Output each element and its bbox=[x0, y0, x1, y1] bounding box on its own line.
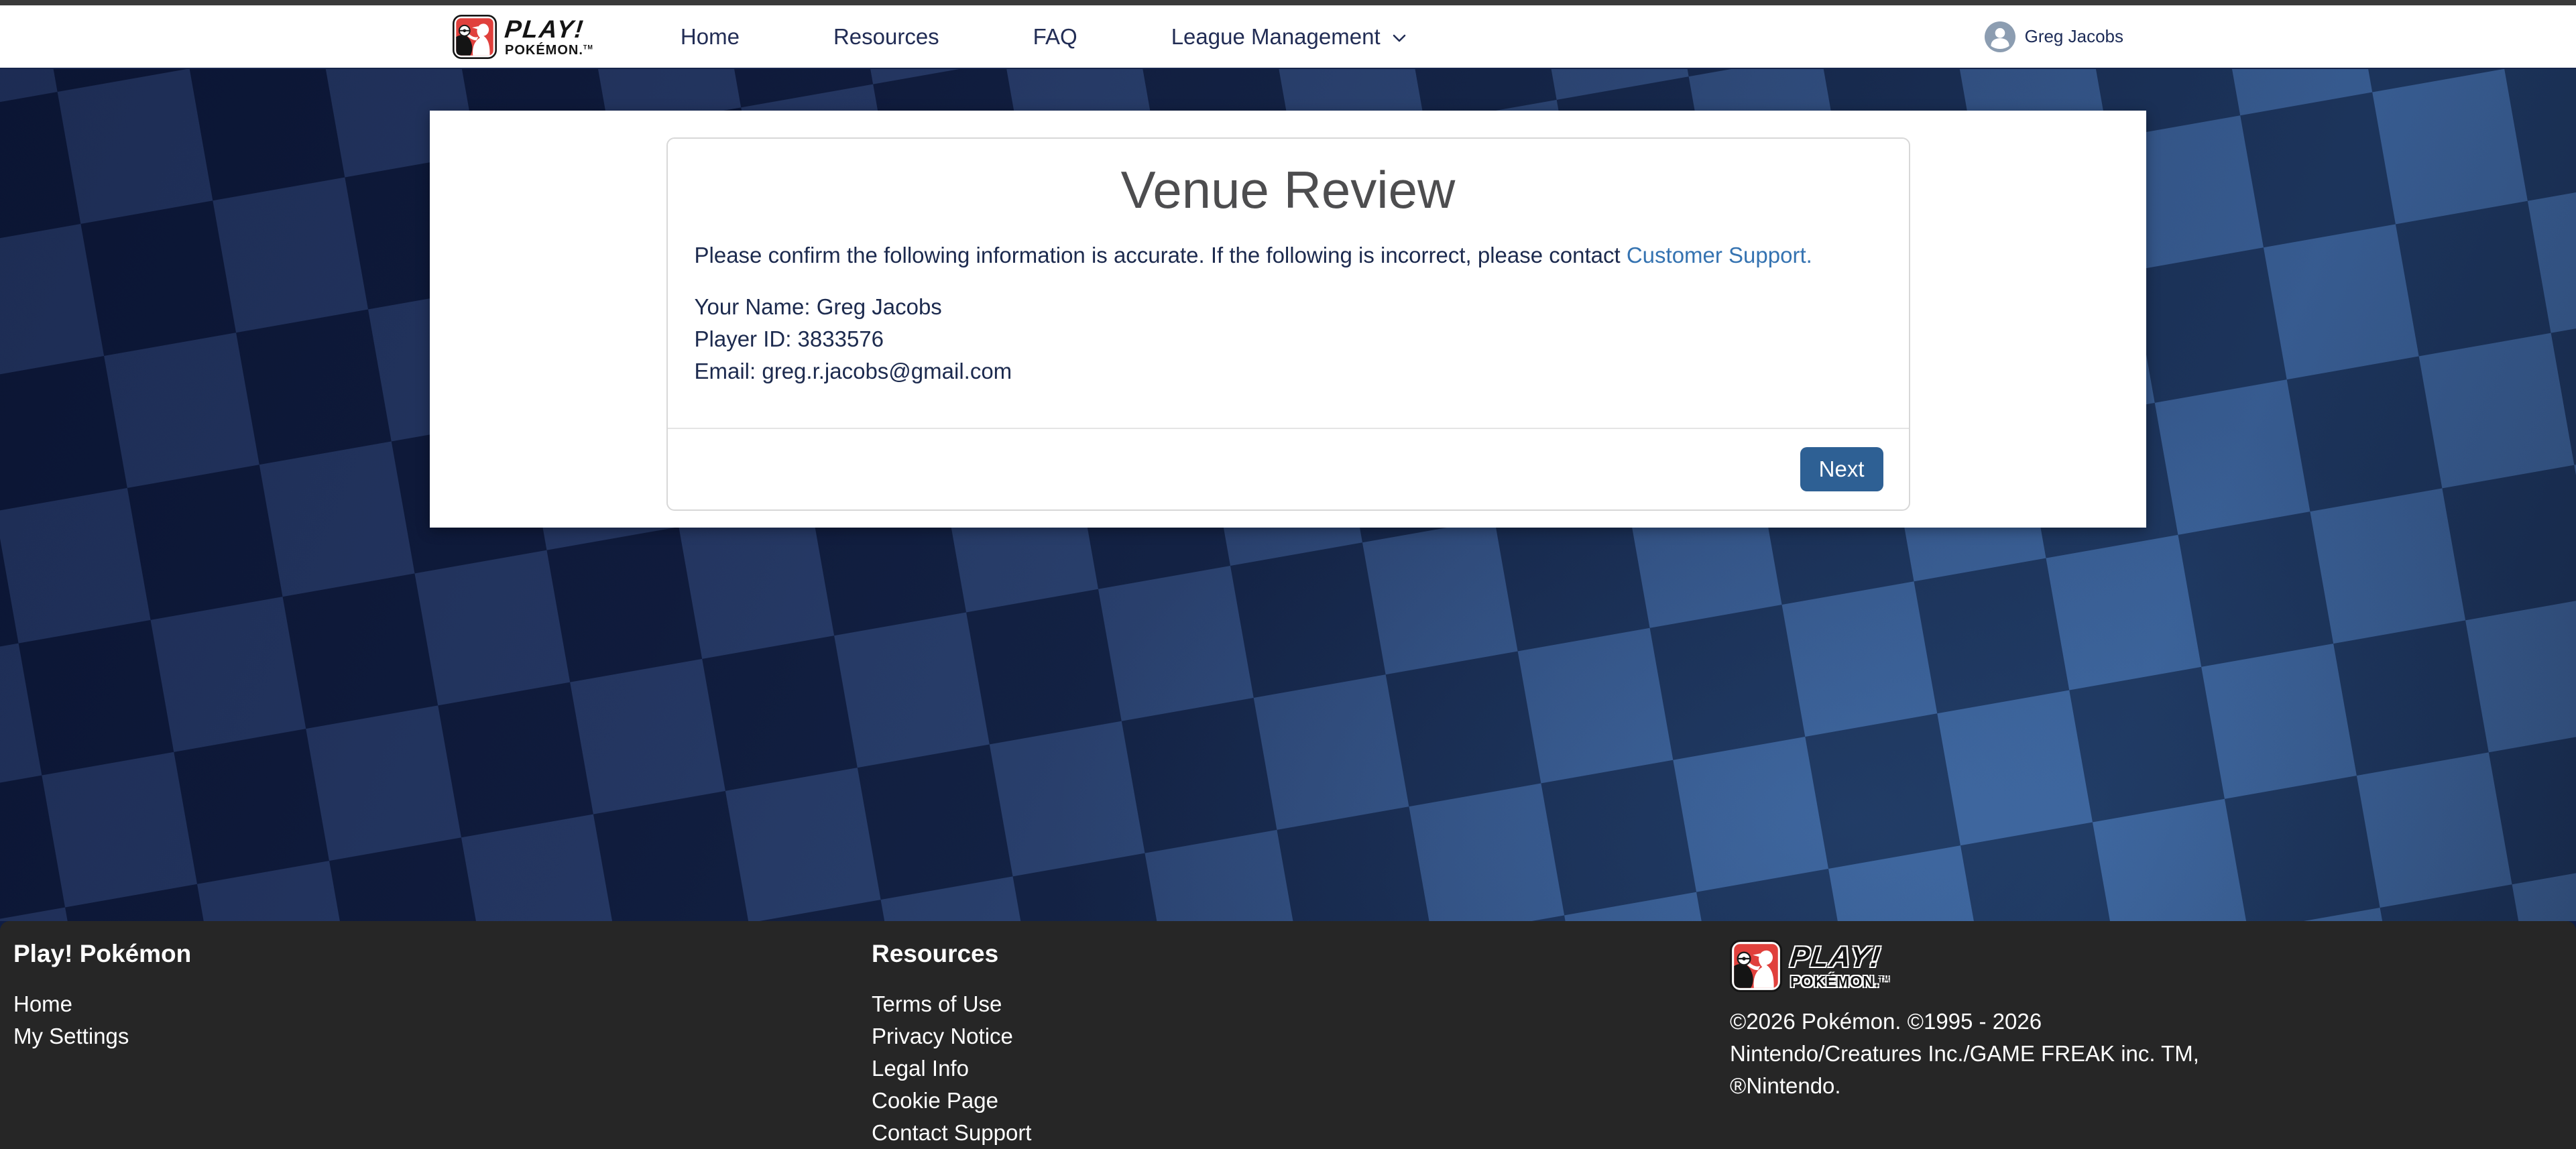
brand-pokemon-text: POKÉMON.TM bbox=[505, 44, 593, 57]
brand-wordmark: PLAY! POKÉMON.TM bbox=[505, 17, 593, 57]
footer-column-play-pokemon: Play! Pokémon Home My Settings bbox=[13, 940, 872, 1149]
footer-brand-logo[interactable]: PLAY! POKÉMON.TM bbox=[1730, 940, 2576, 992]
user-avatar-icon bbox=[1985, 21, 2015, 52]
confirmation-text: Please confirm the following information… bbox=[695, 239, 1882, 271]
content-panel: Venue Review Please confirm the followin… bbox=[430, 111, 2146, 528]
footer-link-terms-of-use[interactable]: Terms of Use bbox=[872, 988, 1730, 1020]
nav-item-home[interactable]: Home bbox=[681, 24, 740, 50]
venue-review-card: Venue Review Please confirm the followin… bbox=[666, 137, 1910, 511]
confirmation-text-after: . bbox=[1806, 243, 1812, 267]
player-info: Your Name: Greg Jacobs Player ID: 383357… bbox=[695, 291, 1882, 387]
nav-item-league-management-label: League Management bbox=[1171, 24, 1381, 50]
play-pokemon-icon bbox=[453, 15, 497, 59]
window-top-bar bbox=[0, 0, 2576, 5]
footer-column-legal: PLAY! POKÉMON.TM ©2026 Pokémon. ©1995 - … bbox=[1730, 940, 2576, 1149]
brand-tm-mark: TM bbox=[1879, 975, 1889, 982]
footer-column-resources: Resources Terms of Use Privacy Notice Le… bbox=[872, 940, 1730, 1149]
brand-play-text: PLAY! bbox=[504, 17, 595, 42]
player-name-line: Your Name: Greg Jacobs bbox=[695, 291, 1882, 323]
user-name-label: Greg Jacobs bbox=[2025, 26, 2123, 47]
nav-item-faq[interactable]: FAQ bbox=[1033, 24, 1077, 50]
nav-item-league-management[interactable]: League Management bbox=[1171, 24, 1409, 50]
copyright-notice: ©2026 Pokémon. ©1995 - 2026 Nintendo/Cre… bbox=[1730, 1006, 2576, 1102]
next-button[interactable]: Next bbox=[1800, 447, 1883, 491]
copyright-line: ®Nintendo. bbox=[1730, 1070, 2576, 1102]
card-footer: Next bbox=[668, 428, 1909, 509]
site-footer: Play! Pokémon Home My Settings Resources… bbox=[0, 921, 2576, 1149]
page-title: Venue Review bbox=[695, 159, 1882, 222]
footer-link-contact-support[interactable]: Contact Support bbox=[872, 1117, 1730, 1149]
player-email-line: Email: greg.r.jacobs@gmail.com bbox=[695, 355, 1882, 387]
copyright-line: ©2026 Pokémon. ©1995 - 2026 bbox=[1730, 1006, 2576, 1038]
page-background: Venue Review Please confirm the followin… bbox=[0, 69, 2576, 921]
brand-logo[interactable]: PLAY! POKÉMON.TM bbox=[453, 15, 593, 59]
footer-link-privacy-notice[interactable]: Privacy Notice bbox=[872, 1020, 1730, 1052]
customer-support-link[interactable]: Customer Support bbox=[1627, 243, 1806, 267]
copyright-line: Nintendo/Creatures Inc./GAME FREAK inc. … bbox=[1730, 1038, 2576, 1070]
brand-pokemon-text: POKÉMON.TM bbox=[1790, 974, 1889, 989]
brand-play-text: PLAY! bbox=[1789, 943, 1891, 972]
primary-nav: Home Resources FAQ League Management bbox=[681, 24, 1409, 50]
top-navbar: PLAY! POKÉMON.TM Home Resources FAQ Leag… bbox=[0, 5, 2576, 69]
footer-brand-wordmark: PLAY! POKÉMON.TM bbox=[1790, 943, 1889, 989]
user-menu[interactable]: Greg Jacobs bbox=[1985, 21, 2123, 52]
footer-link-home[interactable]: Home bbox=[13, 988, 872, 1020]
footer-link-cookie-page[interactable]: Cookie Page bbox=[872, 1085, 1730, 1117]
footer-link-legal-info[interactable]: Legal Info bbox=[872, 1052, 1730, 1085]
footer-link-my-settings[interactable]: My Settings bbox=[13, 1020, 872, 1052]
confirmation-text-before: Please confirm the following information… bbox=[695, 243, 1627, 267]
chevron-down-icon bbox=[1390, 29, 1409, 48]
play-pokemon-icon bbox=[1730, 940, 1782, 992]
brand-tm-mark: TM bbox=[583, 44, 593, 50]
nav-container: PLAY! POKÉMON.TM Home Resources FAQ Leag… bbox=[430, 5, 2146, 68]
card-body: Venue Review Please confirm the followin… bbox=[668, 139, 1909, 428]
nav-item-resources[interactable]: Resources bbox=[833, 24, 939, 50]
footer-heading-resources: Resources bbox=[872, 940, 1730, 968]
player-id-line: Player ID: 3833576 bbox=[695, 323, 1882, 355]
footer-heading-play-pokemon: Play! Pokémon bbox=[13, 940, 872, 968]
